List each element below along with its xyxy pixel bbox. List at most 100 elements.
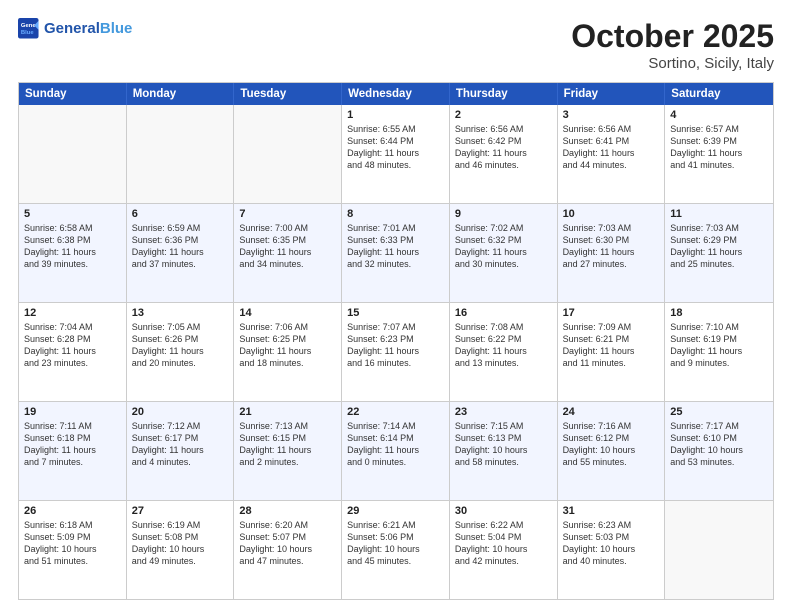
day-number: 13 (132, 307, 229, 319)
day-number: 26 (24, 505, 121, 517)
cell-line: Daylight: 11 hours (670, 246, 768, 258)
calendar-page: General Blue GeneralBlue October 2025 So… (0, 0, 792, 612)
cell-line: and 44 minutes. (563, 159, 660, 171)
cell-line: and 42 minutes. (455, 555, 552, 567)
day-number: 20 (132, 406, 229, 418)
cell-line: Sunset: 6:26 PM (132, 333, 229, 345)
cell-line: Sunset: 6:19 PM (670, 333, 768, 345)
calendar-cell-24: 24Sunrise: 7:16 AMSunset: 6:12 PMDayligh… (558, 402, 666, 500)
cell-line: Sunrise: 7:00 AM (239, 222, 336, 234)
cell-line: Sunset: 6:35 PM (239, 234, 336, 246)
cell-line: Daylight: 10 hours (455, 444, 552, 456)
cell-line: Sunset: 6:44 PM (347, 135, 444, 147)
cell-line: Sunset: 6:39 PM (670, 135, 768, 147)
day-number: 25 (670, 406, 768, 418)
cell-line: Sunset: 6:29 PM (670, 234, 768, 246)
cell-line: and 27 minutes. (563, 258, 660, 270)
cell-line: Sunrise: 6:23 AM (563, 519, 660, 531)
cell-line: Sunset: 6:10 PM (670, 432, 768, 444)
calendar-cell-6: 6Sunrise: 6:59 AMSunset: 6:36 PMDaylight… (127, 204, 235, 302)
cell-line: Daylight: 11 hours (132, 444, 229, 456)
day-number: 11 (670, 208, 768, 220)
cell-line: Daylight: 11 hours (347, 345, 444, 357)
cell-line: and 4 minutes. (132, 456, 229, 468)
calendar-cell-13: 13 Sunrise: 7:05 AMSunset: 6:26 PMDayligh… (127, 303, 235, 401)
day-number: 7 (239, 208, 336, 220)
cell-line: Sunrise: 7:15 AM (455, 420, 552, 432)
cell-line: and 40 minutes. (563, 555, 660, 567)
calendar-cell-20: 20Sunrise: 7:12 AMSunset: 6:17 PMDayligh… (127, 402, 235, 500)
cell-line: and 11 minutes. (563, 357, 660, 369)
calendar-cell-16: 16Sunrise: 7:08 AMSunset: 6:22 PMDayligh… (450, 303, 558, 401)
location-subtitle: Sortino, Sicily, Italy (571, 55, 774, 72)
cell-line: Daylight: 11 hours (347, 246, 444, 258)
cell-line: Daylight: 10 hours (24, 543, 121, 555)
cell-line: and 46 minutes. (455, 159, 552, 171)
cell-line: and 30 minutes. (455, 258, 552, 270)
cell-line: Sunrise: 7:08 AM (455, 321, 552, 333)
day-number: 8 (347, 208, 444, 220)
cell-line: and 7 minutes. (24, 456, 121, 468)
cell-line: Daylight: 10 hours (455, 543, 552, 555)
cell-line: Sunrise: 6:19 AM (132, 519, 229, 531)
cell-line: Sunrise: 7:17 AM (670, 420, 768, 432)
cell-line: Daylight: 11 hours (239, 444, 336, 456)
day-number: 4 (670, 109, 768, 121)
cell-line: Sunset: 5:06 PM (347, 531, 444, 543)
day-number: 10 (563, 208, 660, 220)
cell-line: Daylight: 11 hours (132, 345, 229, 357)
cell-line: Sunrise: 7:12 AM (132, 420, 229, 432)
cell-line: Sunset: 6:15 PM (239, 432, 336, 444)
day-number: 15 (347, 307, 444, 319)
cell-line: Sunrise: 7:05 AM (132, 321, 229, 333)
calendar-cell-29: 29Sunrise: 6:21 AMSunset: 5:06 PMDayligh… (342, 501, 450, 599)
calendar-header: SundayMondayTuesdayWednesdayThursdayFrid… (19, 83, 773, 105)
title-block: October 2025 Sortino, Sicily, Italy (571, 18, 774, 72)
day-number: 9 (455, 208, 552, 220)
cell-line: Sunrise: 7:07 AM (347, 321, 444, 333)
day-number: 16 (455, 307, 552, 319)
cell-line: and 32 minutes. (347, 258, 444, 270)
cell-line: and 45 minutes. (347, 555, 444, 567)
cell-line: Sunrise: 7:13 AM (239, 420, 336, 432)
calendar-row-2: 5Sunrise: 6:58 AMSunset: 6:38 PMDaylight… (19, 203, 773, 302)
day-number: 24 (563, 406, 660, 418)
cell-line: Daylight: 11 hours (455, 147, 552, 159)
calendar-cell-23: 23Sunrise: 7:15 AMSunset: 6:13 PMDayligh… (450, 402, 558, 500)
cell-line: Sunrise: 6:55 AM (347, 123, 444, 135)
cell-line: Sunset: 6:23 PM (347, 333, 444, 345)
cell-line: Sunset: 6:14 PM (347, 432, 444, 444)
cell-line: Daylight: 10 hours (132, 543, 229, 555)
header-day-sunday: Sunday (19, 83, 127, 105)
cell-line: and 25 minutes. (670, 258, 768, 270)
calendar-row-3: 12Sunrise: 7:04 AMSunset: 6:28 PMDayligh… (19, 302, 773, 401)
logo: General Blue GeneralBlue (18, 18, 132, 40)
day-number: 21 (239, 406, 336, 418)
cell-line: Sunset: 5:09 PM (24, 531, 121, 543)
cell-line: and 34 minutes. (239, 258, 336, 270)
header: General Blue GeneralBlue October 2025 So… (18, 18, 774, 72)
svg-text:Blue: Blue (21, 30, 34, 36)
cell-line: Daylight: 10 hours (563, 444, 660, 456)
cell-line: Daylight: 11 hours (563, 345, 660, 357)
cell-line: Daylight: 11 hours (563, 147, 660, 159)
cell-line: Sunset: 6:21 PM (563, 333, 660, 345)
cell-line: and 55 minutes. (563, 456, 660, 468)
day-number: 2 (455, 109, 552, 121)
day-number: 14 (239, 307, 336, 319)
cell-line: Sunrise: 6:21 AM (347, 519, 444, 531)
cell-line: and 41 minutes. (670, 159, 768, 171)
calendar-row-4: 19Sunrise: 7:11 AMSunset: 6:18 PMDayligh… (19, 401, 773, 500)
cell-line: Sunset: 6:36 PM (132, 234, 229, 246)
cell-line: Sunrise: 7:10 AM (670, 321, 768, 333)
cell-line: and 49 minutes. (132, 555, 229, 567)
day-number: 12 (24, 307, 121, 319)
cell-line: Sunset: 6:22 PM (455, 333, 552, 345)
cell-line: Sunrise: 7:16 AM (563, 420, 660, 432)
calendar-cell-empty (19, 105, 127, 203)
cell-line: Daylight: 10 hours (239, 543, 336, 555)
cell-line: Daylight: 11 hours (455, 246, 552, 258)
calendar-row-1: 1Sunrise: 6:55 AMSunset: 6:44 PMDaylight… (19, 105, 773, 203)
calendar-cell-10: 10Sunrise: 7:03 AMSunset: 6:30 PMDayligh… (558, 204, 666, 302)
cell-line: and 20 minutes. (132, 357, 229, 369)
